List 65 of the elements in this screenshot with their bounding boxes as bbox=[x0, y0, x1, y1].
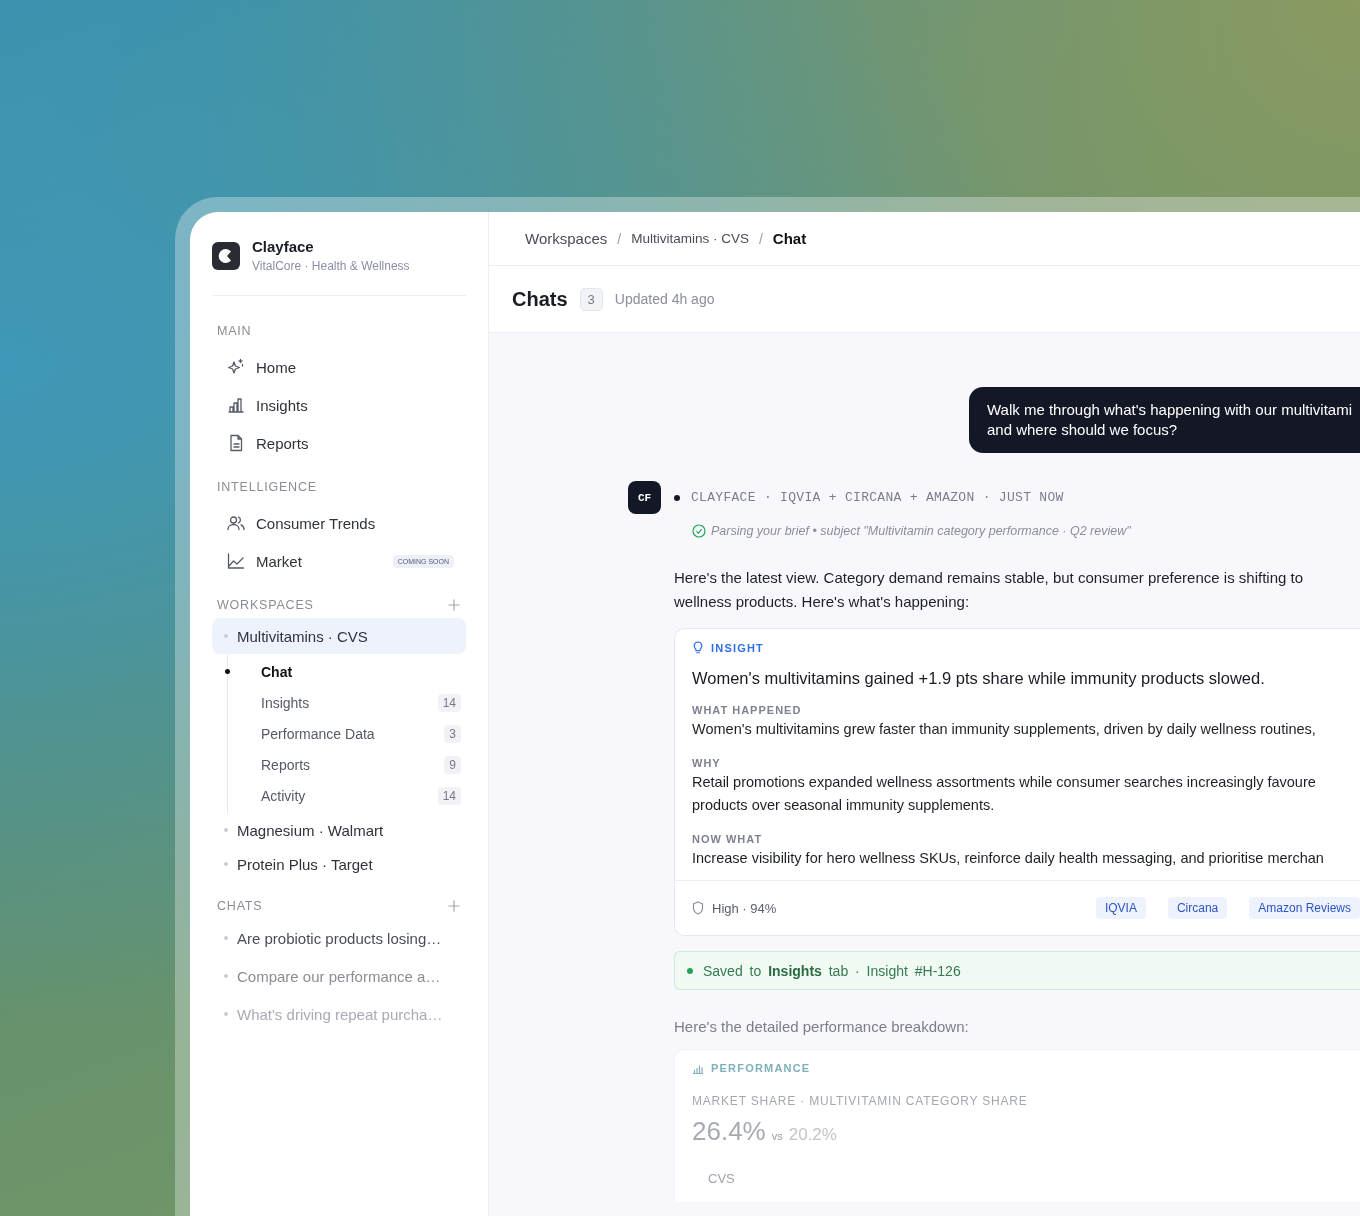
breadcrumb-separator: / bbox=[758, 230, 763, 247]
metric-label: MARKET SHARE · MULTIVITAMIN CATEGORY SHARE bbox=[692, 1094, 1029, 1108]
section-heading: WHY bbox=[692, 757, 722, 769]
breadcrumb-item: Chat bbox=[772, 230, 807, 247]
updated-time: Updated 4h ago bbox=[614, 291, 715, 307]
nav-item[interactable]: Home bbox=[212, 348, 466, 386]
assistant-message: Here's the detailed performance breakdown: bbox=[674, 1018, 970, 1035]
saved-text: Saved to Insights tab · Insight #H-126 bbox=[703, 962, 961, 979]
nav-item[interactable]: Insights bbox=[212, 386, 466, 424]
workspace-subitem[interactable]: Reports 9 bbox=[228, 749, 466, 780]
section-heading: WHAT HAPPENED bbox=[692, 704, 803, 716]
nav-item[interactable]: Consumer Trends bbox=[212, 504, 466, 542]
workspace-item[interactable]: Protein Plus · Target bbox=[212, 847, 466, 881]
breadcrumb-item[interactable]: Workspaces bbox=[525, 230, 608, 247]
count-badge: 3 bbox=[579, 287, 603, 311]
count-badge: 9 bbox=[444, 755, 461, 774]
chat-item[interactable]: Are probiotic products losing… bbox=[212, 919, 466, 957]
section-text: Women's multivitamins grew faster than immunity supplements, driven by daily wellness routines, bbox=[692, 720, 1317, 739]
count-badge: 14 bbox=[437, 693, 461, 712]
page-title: Chats bbox=[512, 287, 568, 311]
confidence-text: High · 94% bbox=[712, 900, 777, 916]
add-icon[interactable] bbox=[448, 900, 460, 912]
count-badge: 3 bbox=[444, 724, 461, 743]
section-title: INTELLIGENCE bbox=[216, 480, 318, 496]
section-title: CHATS bbox=[216, 899, 264, 915]
workspace-item[interactable]: Magnesium · Walmart bbox=[212, 813, 466, 847]
message-meta: CLAYFACE · IQVIA + CIRCANA + AMAZON · JUST NOW bbox=[691, 490, 1064, 505]
metric-value: 26.4% bbox=[692, 1116, 766, 1147]
card-label: PERFORMANCE bbox=[711, 1062, 811, 1074]
workspace-item[interactable]: Multivitamins · CVS bbox=[212, 618, 466, 654]
breadcrumb-separator: / bbox=[617, 230, 622, 247]
count-badge: 14 bbox=[437, 786, 461, 805]
retailer-label: CVS bbox=[708, 1171, 736, 1186]
section-text: Increase visibility for hero wellness SKUs, reinforce daily health messaging, and prioritise merchan bbox=[692, 849, 1325, 868]
vs-label: vs bbox=[771, 1130, 783, 1142]
source-tag[interactable]: IQVIA bbox=[1095, 897, 1146, 919]
workspace-subitem[interactable]: Performance Data 3 bbox=[228, 718, 466, 749]
logo-icon bbox=[212, 241, 240, 270]
workspace-subitem[interactable]: Activity 14 bbox=[228, 780, 466, 811]
section-title: WORKSPACES bbox=[216, 598, 315, 614]
lightbulb-icon bbox=[692, 641, 704, 655]
brand-subtitle: VitalCore · Health & Wellness bbox=[252, 259, 410, 273]
breadcrumb-item[interactable]: Multivitamins · CVS bbox=[631, 231, 749, 246]
section-text: Retail promotions expanded wellness assortments while consumer searches increasingly favoure products over seasonal immunity supplements. bbox=[692, 773, 1317, 815]
comparison-value: 20.2% bbox=[788, 1125, 837, 1145]
user-message: Walk me through what's happening with our multivitami and where should we focus? bbox=[969, 387, 1360, 453]
brand-name: Clayface bbox=[252, 238, 315, 255]
shield-icon bbox=[692, 901, 704, 915]
nav-item[interactable]: Reports bbox=[212, 424, 466, 462]
source-tag[interactable]: Amazon Reviews bbox=[1249, 897, 1360, 919]
section-title: MAIN bbox=[216, 324, 253, 340]
workspace-subitem[interactable]: Chat bbox=[228, 656, 466, 687]
insight-headline: Women's multivitamins gained +1.9 pts share while immunity products slowed. bbox=[692, 669, 1266, 688]
workspace-subitem[interactable]: Insights 14 bbox=[228, 687, 466, 718]
add-icon[interactable] bbox=[448, 599, 460, 611]
section-heading: NOW WHAT bbox=[692, 833, 764, 845]
source-tag[interactable]: Circana bbox=[1167, 897, 1228, 919]
card-label: INSIGHT bbox=[711, 642, 764, 654]
users-icon bbox=[226, 513, 246, 533]
status-text: Parsing your brief • subject "Multivitamin category performance · Q2 review" bbox=[711, 524, 1131, 538]
check-circle-icon bbox=[692, 524, 706, 538]
bar-chart-icon bbox=[226, 395, 246, 415]
assistant-avatar: CF bbox=[628, 481, 661, 514]
assistant-message: Here's the latest view. Category demand remains stable, but consumer preference is shifting to wellness products. Here's what's happening: bbox=[674, 568, 1304, 612]
line-chart-icon bbox=[226, 551, 246, 571]
